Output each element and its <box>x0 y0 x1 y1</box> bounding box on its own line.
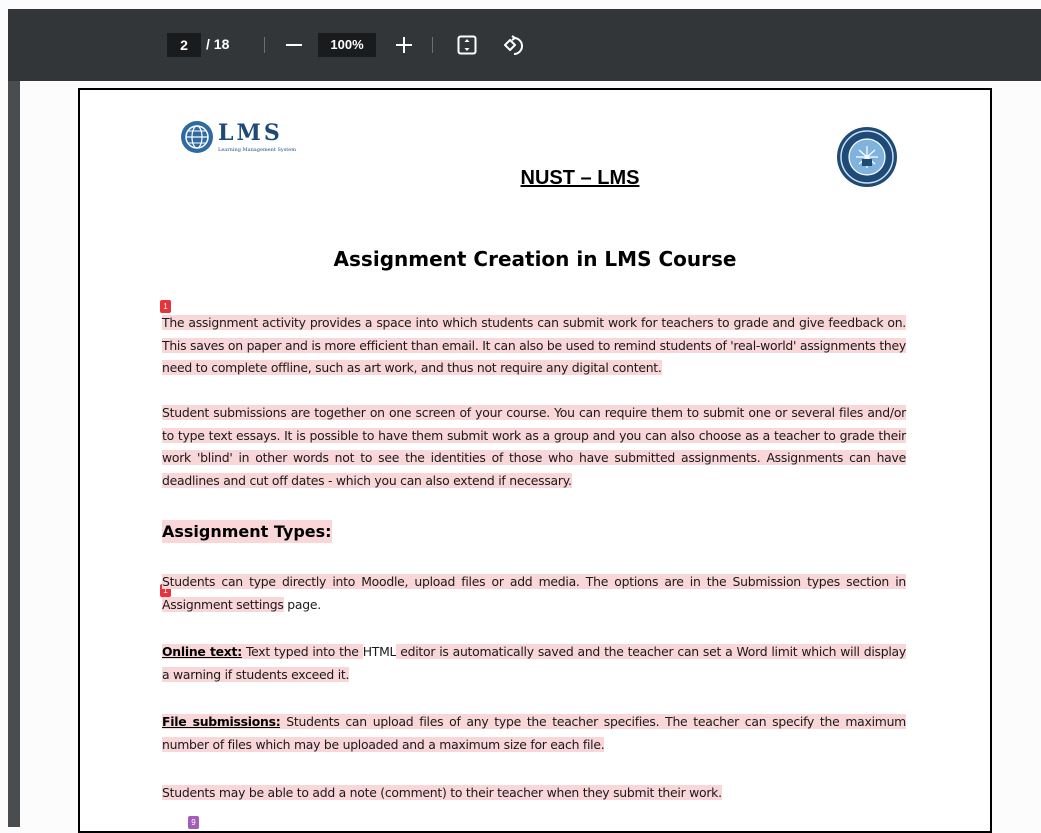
pdf-page: LMS Learning Management System NUST – LM… <box>78 88 992 833</box>
paragraph-intro: The assignment activity provides a space… <box>162 312 906 380</box>
pdf-toolbar: 2 / 18 100% <box>8 9 1041 81</box>
file-submissions-label: File submissions: <box>162 714 281 729</box>
globe-icon <box>181 121 213 153</box>
document-title: NUST – LMS <box>80 167 990 190</box>
paragraph-submissions: Student submissions are together on one … <box>162 402 906 492</box>
fit-to-page-button[interactable] <box>456 34 478 56</box>
fit-page-icon <box>457 35 477 55</box>
zoom-in-button[interactable] <box>394 35 414 55</box>
highlighted-text: The assignment activity provides a space… <box>162 315 906 375</box>
document-heading: Assignment Creation in LMS Course <box>333 247 737 271</box>
lms-logo: LMS Learning Management System <box>180 120 320 160</box>
minus-icon <box>286 44 302 46</box>
plus-icon <box>396 37 412 53</box>
title-text: NUST – LMS <box>520 167 640 189</box>
paragraph-text: page. <box>283 596 321 612</box>
rotate-button[interactable] <box>502 33 526 57</box>
paragraph-online-text: Online text: Text typed into the HTML ed… <box>162 641 906 686</box>
highlighted-text: Text typed into the <box>241 644 363 659</box>
toolbar-separator <box>432 37 433 53</box>
highlighted-text: Assignment Types: <box>162 520 332 543</box>
zoom-out-button[interactable] <box>284 35 304 55</box>
paragraph-file-submissions: File submissions: Students can upload fi… <box>162 711 906 756</box>
highlighted-text: Students can type directly into Moodle, … <box>162 574 906 612</box>
logo-subtitle: Learning Management System <box>218 147 296 153</box>
paragraph-note: Students may be able to add a note (comm… <box>162 782 906 805</box>
rotate-icon <box>504 35 524 55</box>
page-total: / 18 <box>206 36 230 52</box>
zoom-level-input[interactable]: 100% <box>318 33 376 57</box>
online-text-label: Online text: <box>162 644 242 659</box>
highlighted-text: Students may be able to add a note (comm… <box>162 785 722 800</box>
highlighted-text: Student submissions are together on one … <box>162 405 906 488</box>
toolbar-separator <box>264 37 265 53</box>
paragraph-types: Students can type directly into Moodle, … <box>162 571 906 616</box>
logo-text: LMS <box>218 120 283 146</box>
sidebar-gutter <box>8 81 20 827</box>
assignment-types-heading: Assignment Types: <box>162 520 332 543</box>
html-word: HTML <box>362 644 397 659</box>
annotation-marker[interactable]: 9 <box>188 816 199 829</box>
page-number-input[interactable]: 2 <box>167 33 201 57</box>
